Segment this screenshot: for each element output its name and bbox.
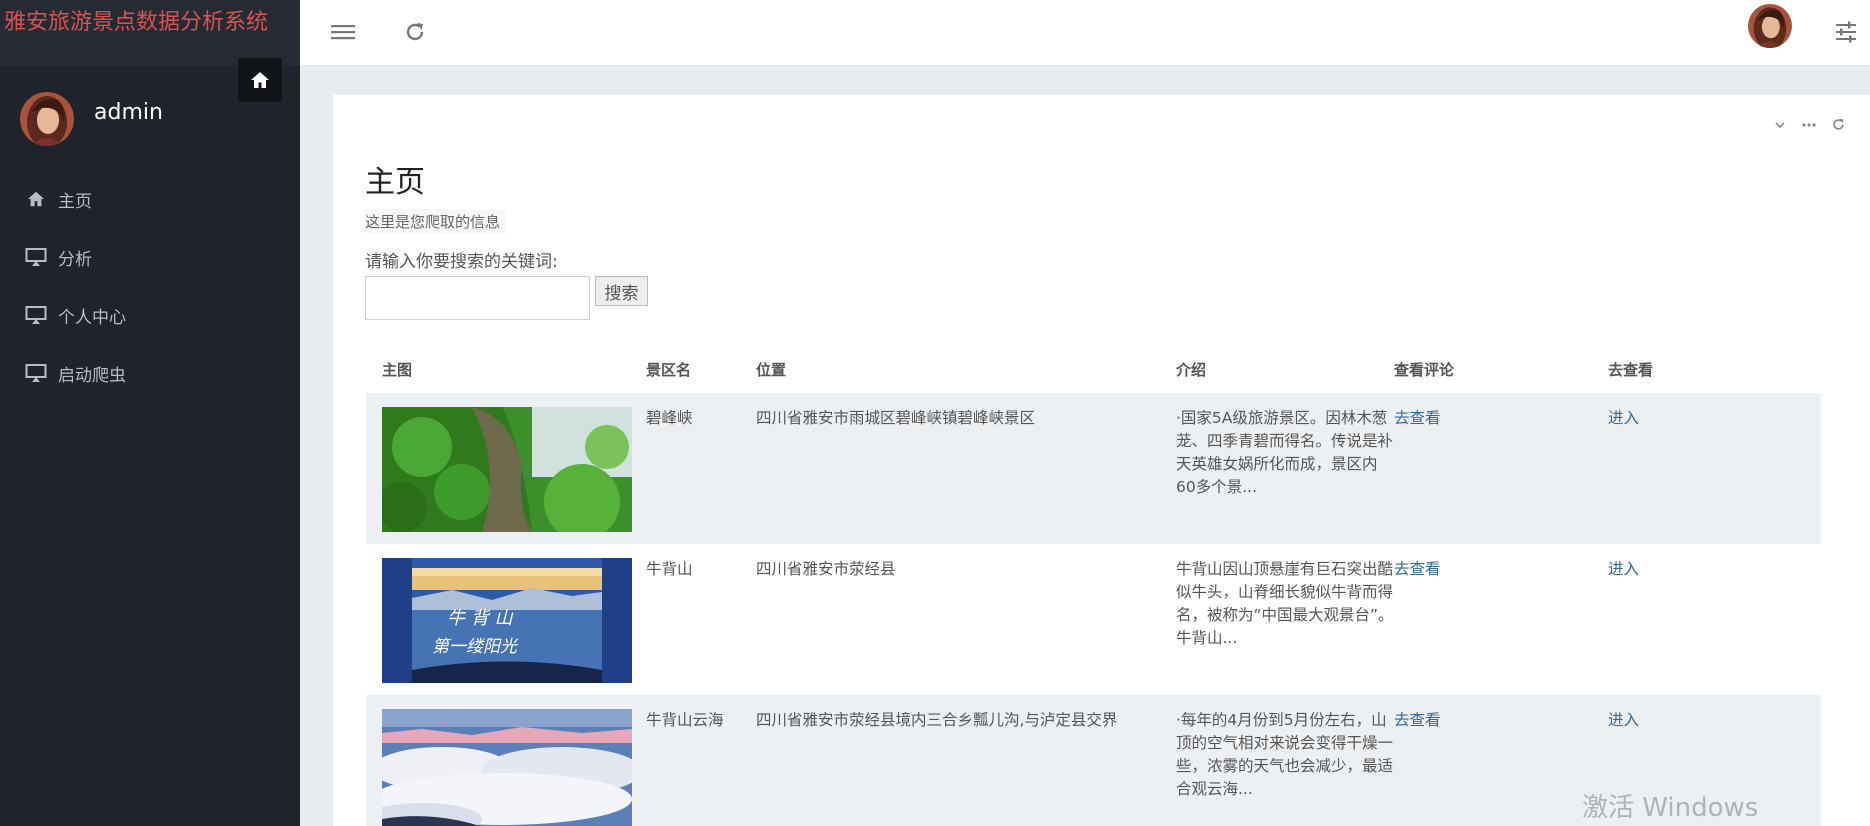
view-comments-link[interactable]: 去查看 <box>1394 711 1441 729</box>
hamburger-icon <box>331 22 355 42</box>
menu-toggle-button[interactable] <box>325 14 361 50</box>
column-header-name: 景区名 <box>646 360 692 379</box>
page-title: 主页 <box>365 165 425 200</box>
table-header: 主图 景区名 位置 介绍 查看评论 去查看 <box>366 345 1821 393</box>
sidebar-item-label: 启动爬虫 <box>58 365 126 386</box>
brand-bar: 雅安旅游景点数据分析系统 <box>0 0 300 66</box>
avatar[interactable] <box>1748 4 1792 48</box>
scenic-location: 四川省雅安市荥经县 <box>756 560 896 578</box>
search-button[interactable]: 搜索 <box>595 276 648 306</box>
monitor-icon <box>24 361 48 385</box>
column-header-go: 去查看 <box>1608 360 1654 379</box>
sidebar: 雅安旅游景点数据分析系统 admin 主页 分析 个人中心 启动爬虫 <box>0 0 300 826</box>
column-header-location: 位置 <box>756 360 787 379</box>
enter-link[interactable]: 进入 <box>1608 711 1639 729</box>
scenic-image-cell: 牛 背 山 第一缕阳光 <box>366 544 646 695</box>
scenic-image-cell <box>366 393 646 544</box>
scenic-name: 牛背山云海 <box>646 711 724 729</box>
enter-link[interactable]: 进入 <box>1608 409 1639 427</box>
home-icon <box>24 187 48 211</box>
sliders-icon <box>1834 20 1858 44</box>
view-comments-link[interactable]: 去查看 <box>1394 409 1441 427</box>
sidebar-item-label: 分析 <box>58 249 92 270</box>
refresh-button[interactable] <box>397 14 433 50</box>
svg-text:第一缕阳光: 第一缕阳光 <box>432 637 519 657</box>
scenic-name: 碧峰峡 <box>646 409 693 427</box>
scenic-intro: ·每年的4月份到5月份左右，山顶的空气相对来说会变得干燥一些，浓雾的天气也会减少… <box>1176 711 1394 798</box>
sidebar-item-profile[interactable]: 个人中心 <box>0 286 300 344</box>
scenic-image[interactable] <box>382 709 632 826</box>
user-panel: admin <box>20 92 163 146</box>
sidebar-item-label: 主页 <box>58 191 92 212</box>
settings-button[interactable] <box>1828 14 1864 50</box>
sidebar-item-home[interactable]: 主页 <box>0 170 300 228</box>
app-title: 雅安旅游景点数据分析系统 <box>4 10 269 35</box>
card-tools <box>1773 117 1846 132</box>
svg-text:牛 背 山: 牛 背 山 <box>447 608 513 629</box>
scenic-location: 四川省雅安市荥经县境内三合乡瓢儿沟,与泸定县交界 <box>756 711 1118 729</box>
avatar[interactable] <box>20 92 74 146</box>
windows-activation-watermark: 激活 Windows <box>1582 793 1759 823</box>
home-button[interactable] <box>238 58 282 102</box>
sidebar-item-crawler[interactable]: 启动爬虫 <box>0 344 300 402</box>
scenic-image[interactable]: 牛 背 山 第一缕阳光 <box>382 558 632 683</box>
scenic-intro: 牛背山因山顶悬崖有巨石突出酷似牛头，山脊细长貌似牛背而得名，被称为“中国最大观景… <box>1176 560 1394 647</box>
table-row: 牛 背 山 第一缕阳光 牛背山 四川省雅安市荥经县 牛背山因山顶悬崖有巨石突出酷… <box>366 544 1821 695</box>
view-comments-link[interactable]: 去查看 <box>1394 560 1441 578</box>
scenic-image-cell <box>366 695 646 826</box>
page-subtitle: 这里是您爬取的信息 <box>365 209 507 234</box>
search-label: 请输入你要搜索的关键词: <box>365 252 558 272</box>
scenic-image[interactable] <box>382 407 632 532</box>
column-header-intro: 介绍 <box>1176 360 1207 379</box>
sidebar-nav: 主页 分析 个人中心 启动爬虫 <box>0 170 300 402</box>
scenic-location: 四川省雅安市雨城区碧峰峡镇碧峰峡景区 <box>756 409 1036 427</box>
table-row: 碧峰峡 四川省雅安市雨城区碧峰峡镇碧峰峡景区 ·国家5A级旅游景区。因林木葱茏、… <box>366 393 1821 544</box>
sidebar-item-analysis[interactable]: 分析 <box>0 228 300 286</box>
home-icon <box>250 70 270 90</box>
scenic-name: 牛背山 <box>646 560 693 578</box>
column-header-image: 主图 <box>382 360 413 379</box>
more-icon[interactable] <box>1801 118 1817 132</box>
main-card: 主页 这里是您爬取的信息 请输入你要搜索的关键词: 搜索 主图 景区名 位置 介… <box>333 95 1870 826</box>
column-header-comments: 查看评论 <box>1394 360 1455 379</box>
username: admin <box>94 99 163 125</box>
enter-link[interactable]: 进入 <box>1608 560 1639 578</box>
scenic-table: 主图 景区名 位置 介绍 查看评论 去查看 碧峰峡 四川省雅安市雨城区碧峰峡镇碧… <box>366 345 1821 826</box>
scenic-intro: ·国家5A级旅游景区。因林木葱茏、四季青碧而得名。传说是补天英雄女娲所化而成，景… <box>1176 409 1394 496</box>
refresh-icon[interactable] <box>1831 117 1846 132</box>
search-input[interactable] <box>365 276 590 320</box>
top-bar <box>300 0 1870 66</box>
monitor-icon <box>24 303 48 327</box>
refresh-icon <box>403 20 427 44</box>
chevron-down-icon[interactable] <box>1773 118 1787 132</box>
sidebar-item-label: 个人中心 <box>58 307 126 328</box>
monitor-icon <box>24 245 48 269</box>
